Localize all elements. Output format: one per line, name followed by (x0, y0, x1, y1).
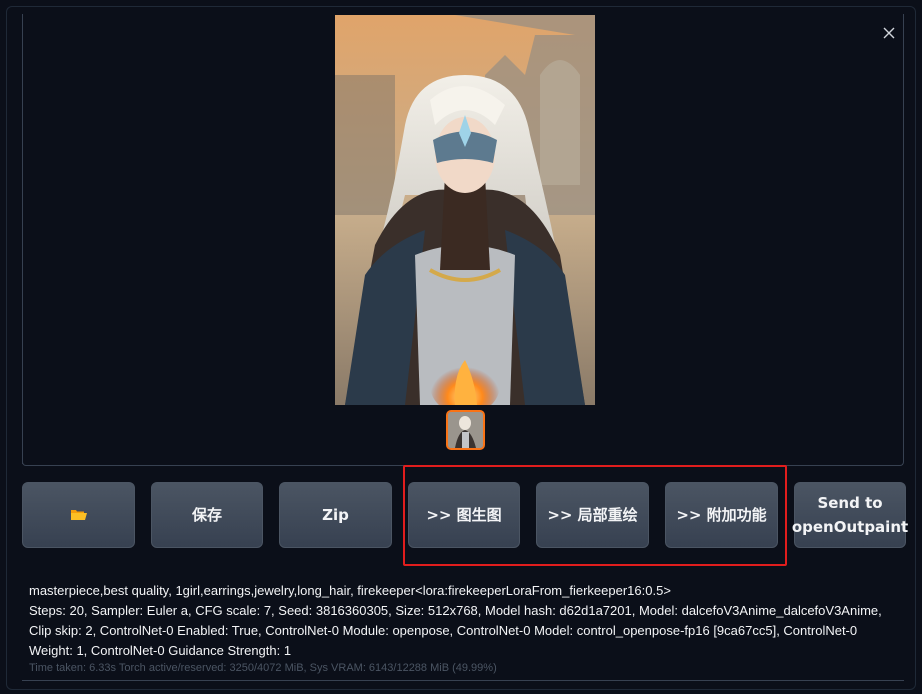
close-icon (883, 27, 895, 39)
timing-info: Time taken: 6.33s Torch active/reserved:… (29, 662, 497, 674)
send-to-inpaint-button[interactable]: >> 局部重绘 (536, 482, 649, 548)
zip-button[interactable]: Zip (279, 482, 392, 548)
generation-prompt: masterpiece,best quality, 1girl,earrings… (29, 583, 671, 598)
generation-info: masterpiece,best quality, 1girl,earrings… (29, 581, 904, 661)
generation-params: Steps: 20, Sampler: Euler a, CFG scale: … (29, 603, 882, 658)
generated-image-art (335, 15, 595, 405)
send-openoutpaint-line1: Send to (817, 494, 883, 512)
thumbnail-image (448, 412, 483, 448)
send-to-extras-button[interactable]: >> 附加功能 (665, 482, 778, 548)
close-preview-button[interactable] (880, 24, 898, 42)
gallery-left-border (22, 14, 23, 464)
save-button[interactable]: 保存 (151, 482, 263, 548)
gallery-thumbnail[interactable] (446, 410, 485, 450)
bottom-divider (22, 680, 904, 681)
open-folder-button[interactable] (22, 482, 135, 548)
generated-image[interactable] (335, 15, 595, 405)
folder-icon (70, 510, 87, 520)
send-openoutpaint-line2: openOutpaint (791, 518, 909, 536)
send-to-openoutpaint-button[interactable]: Send to openOutpaint (791, 482, 909, 548)
send-to-img2img-button[interactable]: >> 图生图 (408, 482, 520, 548)
